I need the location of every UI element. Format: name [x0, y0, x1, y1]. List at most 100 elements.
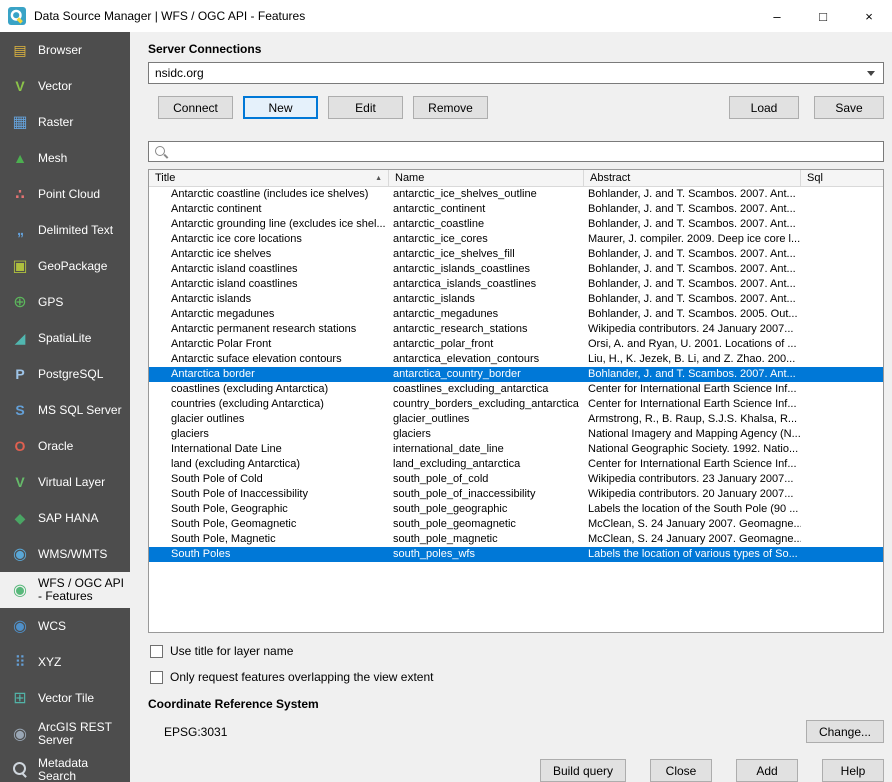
sidebar-item-spatialite[interactable]: SpatiaLite — [0, 320, 130, 356]
use-title-label: Use title for layer name — [170, 644, 293, 658]
filter-input[interactable] — [171, 142, 883, 161]
remove-button[interactable]: Remove — [413, 96, 488, 119]
sidebar-item-xyz[interactable]: XYZ — [0, 644, 130, 680]
cell-abstract: Wikipedia contributors. 24 January 2007.… — [584, 322, 801, 337]
minimize-button[interactable]: – — [754, 0, 800, 32]
sidebar-item-wfs[interactable]: WFS / OGC API - Features — [0, 572, 130, 608]
sidebar-item-gps[interactable]: GPS — [0, 284, 130, 320]
vector-icon — [8, 74, 32, 98]
sidebar-item-metadata-search[interactable]: Metadata Search — [0, 752, 130, 782]
edit-button[interactable]: Edit — [328, 96, 403, 119]
sidebar-item-raster[interactable]: Raster — [0, 104, 130, 140]
table-row[interactable]: countries (excluding Antarctica) country… — [149, 397, 883, 412]
table-row[interactable]: glacier outlines glacier_outlines Armstr… — [149, 412, 883, 427]
cell-title: South Pole, Geographic — [149, 502, 389, 517]
table-row[interactable]: Antarctic islands antarctic_islands Bohl… — [149, 292, 883, 307]
table-row[interactable]: land (excluding Antarctica) land_excludi… — [149, 457, 883, 472]
column-header-name[interactable]: Name — [389, 170, 584, 186]
table-row[interactable]: Antarctic coastline (includes ice shelve… — [149, 187, 883, 202]
table-row[interactable]: Antarctic continent antarctic_continent … — [149, 202, 883, 217]
new-button[interactable]: New — [243, 96, 318, 119]
cell-title: countries (excluding Antarctica) — [149, 397, 389, 412]
table-row[interactable]: Antarctic permanent research stations an… — [149, 322, 883, 337]
sidebar-item-vector-tile[interactable]: Vector Tile — [0, 680, 130, 716]
column-header-abstract[interactable]: Abstract — [584, 170, 801, 186]
close-button[interactable]: × — [846, 0, 892, 32]
sidebar-item-wms[interactable]: WMS/WMTS — [0, 536, 130, 572]
table-row[interactable]: glaciers glaciers National Imagery and M… — [149, 427, 883, 442]
table-row[interactable]: South Pole of Inaccessibility south_pole… — [149, 487, 883, 502]
cell-name: south_pole_of_cold — [389, 472, 584, 487]
cell-name: antarctic_islands — [389, 292, 584, 307]
cell-title: Antarctic grounding line (excludes ice s… — [149, 217, 389, 232]
window-controls: – □ × — [754, 0, 892, 32]
crs-change-button[interactable]: Change... — [806, 720, 884, 743]
sidebar-item-sap-hana[interactable]: SAP HANA — [0, 500, 130, 536]
window-title: Data Source Manager | WFS / OGC API - Fe… — [34, 9, 305, 23]
table-row[interactable]: South Pole of Cold south_pole_of_cold Wi… — [149, 472, 883, 487]
sidebar-item-label: Delimited Text — [38, 224, 113, 237]
connection-select[interactable]: nsidc.org — [148, 62, 884, 84]
use-title-checkbox[interactable]: Use title for layer name — [150, 643, 884, 659]
table-row[interactable]: Antarctic ice shelves antarctic_ice_shel… — [149, 247, 883, 262]
table-row[interactable]: Antarctic island coastlines antarctica_i… — [149, 277, 883, 292]
table-row[interactable]: Antarctic island coastlines antarctic_is… — [149, 262, 883, 277]
table-row[interactable]: South Pole, Geomagnetic south_pole_geoma… — [149, 517, 883, 532]
layers-table: Title ▲ Name Abstract Sql Antarctic coas… — [148, 169, 884, 633]
overlap-extent-checkbox[interactable]: Only request features overlapping the vi… — [150, 669, 884, 685]
table-body: Antarctic coastline (includes ice shelve… — [149, 187, 883, 632]
table-row[interactable]: Antarctic ice core locations antarctic_i… — [149, 232, 883, 247]
cell-sql — [801, 352, 883, 367]
column-header-title[interactable]: Title ▲ — [149, 170, 389, 186]
cell-name: country_borders_excluding_antarctica — [389, 397, 584, 412]
cell-name: antarctic_islands_coastlines — [389, 262, 584, 277]
build-query-button[interactable]: Build query — [540, 759, 626, 782]
sidebar-item-point-cloud[interactable]: Point Cloud — [0, 176, 130, 212]
table-row[interactable]: Antarctica border antarctica_country_bor… — [149, 367, 883, 382]
cell-title: Antarctic permanent research stations — [149, 322, 389, 337]
wms-icon — [8, 542, 32, 566]
table-row[interactable]: coastlines (excluding Antarctica) coastl… — [149, 382, 883, 397]
table-row[interactable]: South Poles south_poles_wfs Labels the l… — [149, 547, 883, 562]
sidebar-item-postgresql[interactable]: PostgreSQL — [0, 356, 130, 392]
sidebar-item-vector[interactable]: Vector — [0, 68, 130, 104]
help-button[interactable]: Help — [822, 759, 884, 782]
metadata-search-icon — [8, 758, 32, 782]
sidebar-item-virtual-layer[interactable]: Virtual Layer — [0, 464, 130, 500]
sidebar-item-label: WMS/WMTS — [38, 548, 107, 561]
cell-sql — [801, 502, 883, 517]
cell-sql — [801, 487, 883, 502]
cell-abstract: Bohlander, J. and T. Scambos. 2007. Ant.… — [584, 187, 801, 202]
add-button[interactable]: Add — [736, 759, 798, 782]
table-row[interactable]: Antarctic suface elevation contours anta… — [149, 352, 883, 367]
table-row[interactable]: South Pole, Geographic south_pole_geogra… — [149, 502, 883, 517]
sidebar-item-label: Browser — [38, 44, 82, 57]
sidebar-item-browser[interactable]: Browser — [0, 32, 130, 68]
table-row[interactable]: Antarctic megadunes antarctic_megadunes … — [149, 307, 883, 322]
sidebar-item-label: Point Cloud — [38, 188, 100, 201]
connect-button[interactable]: Connect — [158, 96, 233, 119]
maximize-button[interactable]: □ — [800, 0, 846, 32]
sidebar-item-oracle[interactable]: Oracle — [0, 428, 130, 464]
sidebar-item-arcgis[interactable]: ArcGIS REST Server — [0, 716, 130, 752]
save-button[interactable]: Save — [814, 96, 884, 119]
table-row[interactable]: South Pole, Magnetic south_pole_magnetic… — [149, 532, 883, 547]
cell-title: Antarctic island coastlines — [149, 262, 389, 277]
cell-abstract: Center for International Earth Science I… — [584, 382, 801, 397]
titlebar: Data Source Manager | WFS / OGC API - Fe… — [0, 0, 892, 32]
column-header-sql[interactable]: Sql — [801, 170, 883, 186]
gps-icon — [8, 290, 32, 314]
sidebar-item-mssql[interactable]: MS SQL Server — [0, 392, 130, 428]
sidebar-item-wcs[interactable]: WCS — [0, 608, 130, 644]
sidebar-item-label: SpatiaLite — [38, 332, 91, 345]
cell-abstract: Bohlander, J. and T. Scambos. 2007. Ant.… — [584, 292, 801, 307]
sidebar-item-mesh[interactable]: Mesh — [0, 140, 130, 176]
wfs-icon — [8, 578, 32, 602]
close-dialog-button[interactable]: Close — [650, 759, 712, 782]
table-row[interactable]: Antarctic Polar Front antarctic_polar_fr… — [149, 337, 883, 352]
sidebar-item-geopackage[interactable]: GeoPackage — [0, 248, 130, 284]
table-row[interactable]: International Date Line international_da… — [149, 442, 883, 457]
table-row[interactable]: Antarctic grounding line (excludes ice s… — [149, 217, 883, 232]
load-button[interactable]: Load — [729, 96, 799, 119]
sidebar-item-delimited-text[interactable]: Delimited Text — [0, 212, 130, 248]
